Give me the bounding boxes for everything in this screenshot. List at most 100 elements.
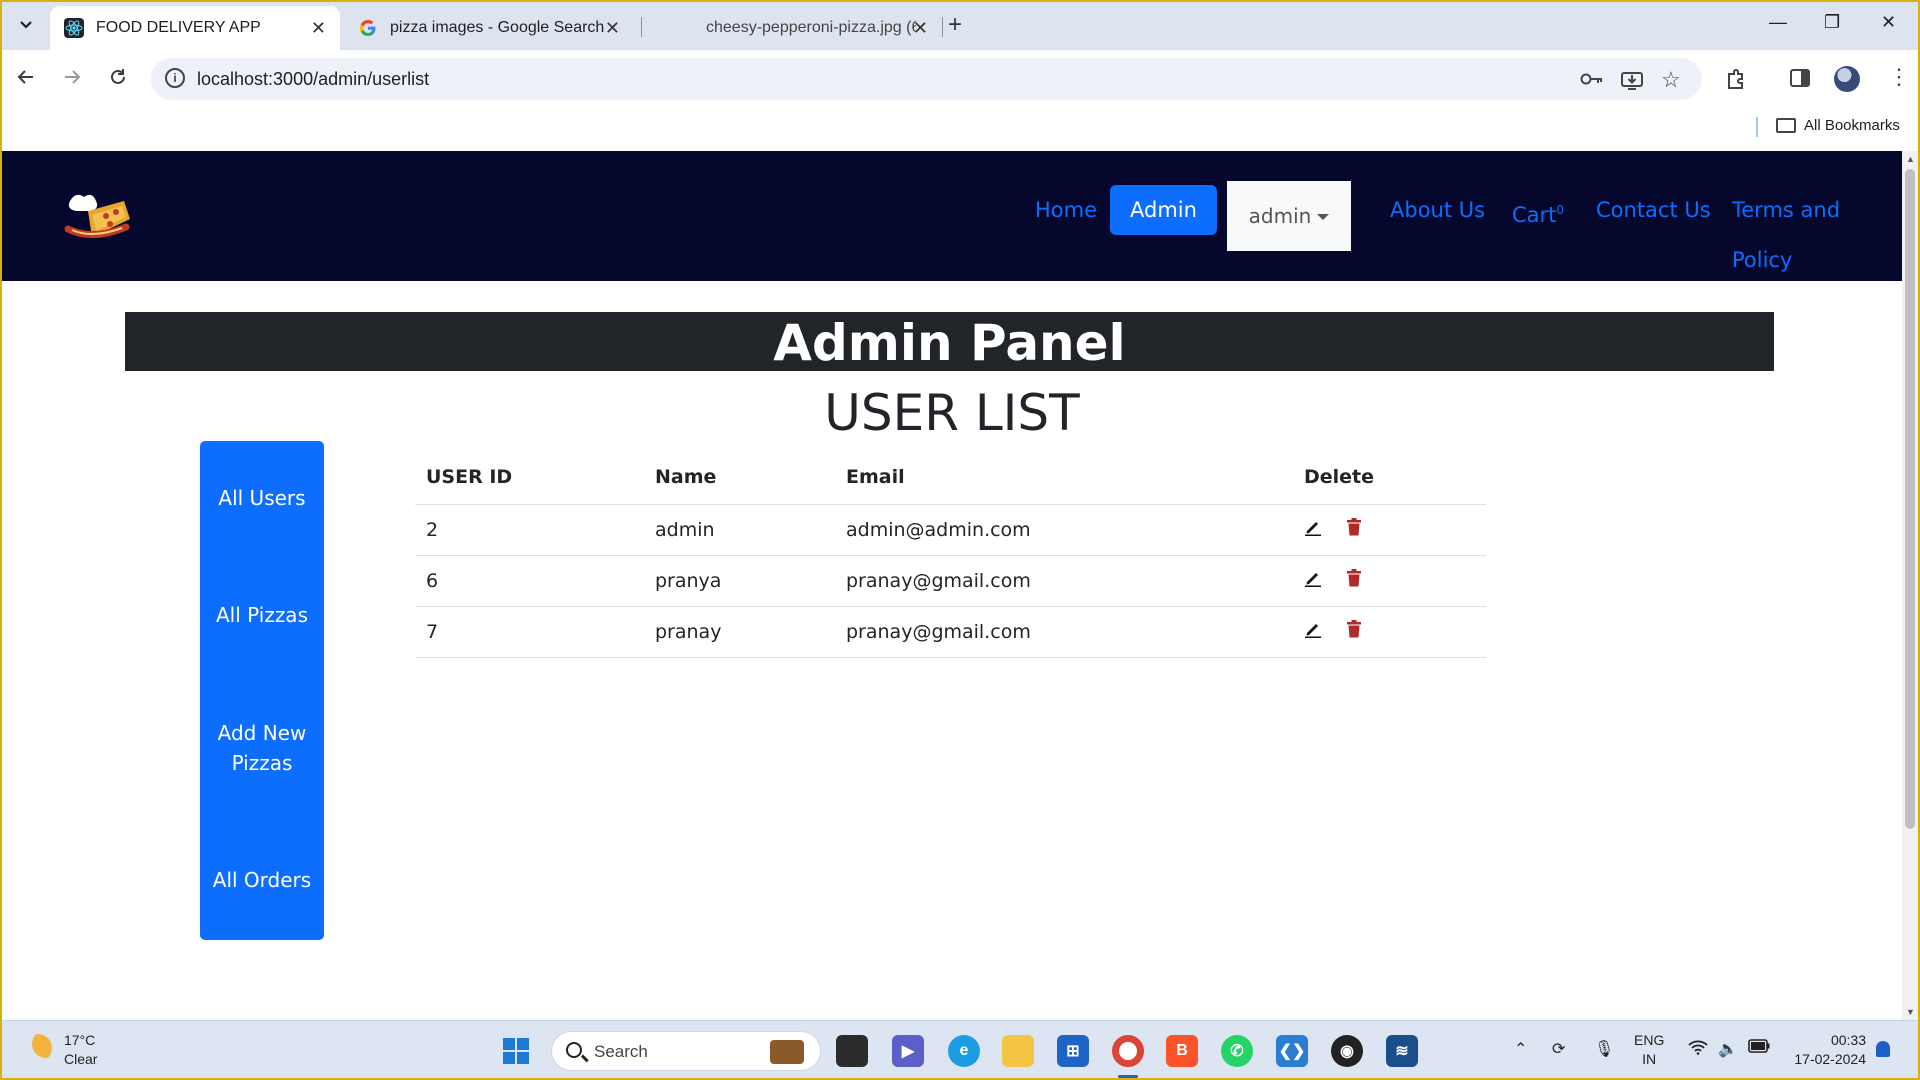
edit-icon[interactable] <box>1304 569 1322 592</box>
nav-terms-link[interactable]: Terms and Policy <box>1732 185 1902 272</box>
microphone-icon[interactable]: 🎙 <box>1594 1039 1614 1059</box>
wifi-icon[interactable] <box>1688 1039 1708 1060</box>
tab-title: cheesy-pepperoni-pizza.jpg (61 <box>706 19 916 36</box>
nav-home-link[interactable]: Home <box>1035 185 1097 235</box>
user-dropdown[interactable]: admin <box>1227 181 1351 251</box>
whatsapp-icon[interactable]: ✆ <box>1221 1035 1253 1067</box>
scroll-down-icon[interactable]: ▼ <box>1906 1007 1915 1017</box>
kebab-menu-icon[interactable]: ⋮ <box>1888 64 1910 90</box>
active-app-indicator <box>1118 1075 1138 1078</box>
caret-down-icon <box>1317 214 1330 220</box>
user-email-cell: admin@admin.com <box>835 504 1293 556</box>
nav-admin-link[interactable]: Admin <box>1110 185 1217 235</box>
user-dropdown-label: admin <box>1248 204 1312 228</box>
volume-icon[interactable]: 🔈 <box>1718 1039 1738 1059</box>
windows-start-icon[interactable] <box>500 1035 532 1067</box>
taskbar-search[interactable]: Search <box>551 1031 821 1071</box>
trash-icon[interactable] <box>1346 620 1362 643</box>
pizza-logo[interactable] <box>62 189 136 245</box>
profile-avatar[interactable] <box>1834 66 1860 92</box>
trash-icon[interactable] <box>1346 518 1362 541</box>
weather-description: Clear <box>64 1051 98 1067</box>
user-id-cell: 7 <box>415 606 644 658</box>
task-view-icon[interactable] <box>836 1035 868 1067</box>
image-icon <box>666 18 694 38</box>
scrollbar-thumb[interactable] <box>1905 169 1915 829</box>
moon-icon[interactable] <box>24 1034 52 1062</box>
all-bookmarks-label: All Bookmarks <box>1804 117 1900 134</box>
site-info-icon[interactable]: i <box>165 68 185 88</box>
chevron-down-icon <box>20 21 32 29</box>
page-scrollbar[interactable]: ▲ ▼ <box>1902 151 1918 1020</box>
tab-separator <box>942 17 943 37</box>
file-explorer-icon[interactable] <box>1002 1035 1034 1067</box>
folder-icon <box>1776 118 1796 133</box>
sidebar-item-all-users[interactable]: All Users <box>200 483 324 513</box>
nav-about-link[interactable]: About Us <box>1390 185 1485 235</box>
tab-title: pizza images - Google Search <box>390 19 605 36</box>
obs-icon[interactable]: ◉ <box>1331 1035 1363 1067</box>
scroll-up-icon[interactable]: ▲ <box>1906 154 1915 164</box>
sidebar-item-all-orders[interactable]: All Orders <box>200 865 324 895</box>
install-app-icon[interactable] <box>1621 70 1643 96</box>
extensions-icon[interactable] <box>1725 68 1747 96</box>
tab-pizza-image[interactable]: cheesy-pepperoni-pizza.jpg (61 ✕ <box>652 6 942 50</box>
url-text[interactable]: localhost:3000/admin/userlist <box>197 69 429 90</box>
tab-google-search[interactable]: pizza images - Google Search ✕ <box>344 6 634 50</box>
back-button[interactable] <box>16 67 36 93</box>
edit-icon[interactable] <box>1304 620 1322 643</box>
browser-tab-bar: FOOD DELIVERY APP ✕ pizza images - Googl… <box>0 0 1920 50</box>
brave-icon[interactable]: B <box>1166 1035 1198 1067</box>
sync-icon[interactable]: ⟳ <box>1552 1039 1565 1059</box>
sidebar-item-all-pizzas[interactable]: All Pizzas <box>200 600 324 630</box>
star-icon[interactable]: ☆ <box>1661 67 1681 93</box>
clock-time: 00:33 <box>1830 1032 1866 1048</box>
nav-contact-link[interactable]: Contact Us <box>1596 185 1711 235</box>
clock-date: 17-02-2024 <box>1794 1051 1866 1067</box>
close-icon[interactable]: ✕ <box>311 18 326 39</box>
minimize-button[interactable]: — <box>1769 12 1787 33</box>
forward-button[interactable] <box>62 67 82 93</box>
teams-icon[interactable]: ▶ <box>892 1035 924 1067</box>
user-email-cell: pranay@gmail.com <box>835 555 1293 607</box>
google-icon <box>358 18 378 38</box>
taskbar-search-label: Search <box>594 1042 648 1061</box>
side-panel-icon[interactable] <box>1790 68 1810 94</box>
user-table: USER ID Name Email Delete 2 admin admin@… <box>415 451 1486 658</box>
battery-icon[interactable] <box>1748 1039 1770 1058</box>
weather-widget[interactable]: 17°C Clear <box>64 1031 97 1069</box>
store-icon[interactable]: ⊞ <box>1057 1035 1089 1067</box>
all-bookmarks-button[interactable]: All Bookmarks <box>1776 117 1900 134</box>
new-tab-button[interactable]: + <box>948 11 962 39</box>
vscode-icon[interactable]: ❮❯ <box>1276 1035 1308 1067</box>
user-email-cell: pranay@gmail.com <box>835 606 1293 658</box>
language-indicator[interactable]: ENG IN <box>1634 1031 1664 1069</box>
arrow-left-icon <box>17 70 33 84</box>
bookmarks-separator <box>1756 117 1758 137</box>
tab-food-delivery[interactable]: FOOD DELIVERY APP ✕ <box>50 6 340 50</box>
notification-bell-icon[interactable] <box>1876 1041 1890 1057</box>
close-icon[interactable]: ✕ <box>605 18 620 39</box>
user-name-cell: pranya <box>644 555 835 607</box>
page-viewport: Home Admin admin About Us Cart0 Contact … <box>2 151 1902 1020</box>
nav-cart-link[interactable]: Cart0 <box>1512 185 1564 235</box>
key-icon[interactable] <box>1580 70 1604 93</box>
column-header-delete: Delete <box>1293 451 1486 505</box>
edge-icon[interactable]: e <box>948 1035 980 1067</box>
reload-button[interactable] <box>108 67 128 93</box>
tab-search-button[interactable] <box>12 11 40 39</box>
edit-icon[interactable] <box>1304 518 1322 541</box>
chrome-icon[interactable] <box>1112 1035 1144 1067</box>
sidebar-item-add-new-pizzas[interactable]: Add New Pizzas <box>200 718 324 778</box>
trash-icon[interactable] <box>1346 569 1362 592</box>
react-icon <box>64 18 84 38</box>
chevron-up-icon[interactable]: ⌃ <box>1514 1039 1527 1059</box>
site-navbar: Home Admin admin About Us Cart0 Contact … <box>2 151 1902 281</box>
system-clock[interactable]: 00:33 17-02-2024 <box>1786 1031 1866 1069</box>
close-icon[interactable]: ✕ <box>913 18 928 39</box>
close-window-button[interactable]: ✕ <box>1881 12 1896 33</box>
app-icon[interactable]: ≋ <box>1386 1035 1418 1067</box>
address-bar[interactable]: i localhost:3000/admin/userlist ☆ <box>151 58 1702 100</box>
weather-temperature: 17°C <box>64 1032 96 1048</box>
restore-button[interactable]: ❐ <box>1824 12 1840 33</box>
